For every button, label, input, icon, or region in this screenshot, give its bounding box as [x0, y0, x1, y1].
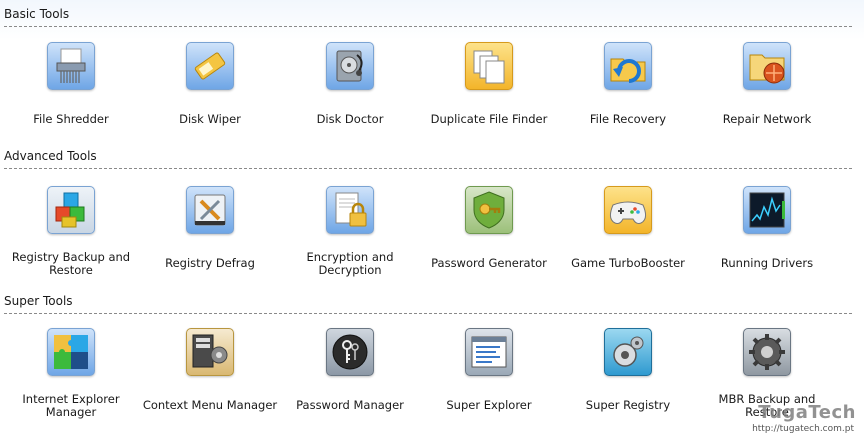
section-divider [4, 26, 852, 27]
tool-label: Encryption and Decryption [306, 250, 394, 277]
registry-backup-icon [47, 186, 95, 234]
tool-disk-doctor[interactable]: Disk Doctor [280, 42, 420, 152]
tool-label: Game TurboBooster [571, 256, 685, 270]
file-shredder-icon [47, 42, 95, 90]
tool-label: Disk Doctor [316, 112, 384, 126]
tool-label: Disk Wiper [179, 112, 241, 126]
repair-network-icon [743, 42, 791, 90]
tool-duplicate-file-finder[interactable]: Duplicate File Finder [419, 42, 559, 152]
running-drivers-icon [743, 186, 791, 234]
section-divider [4, 168, 852, 169]
watermark: TugaTech http://tugatech.com.pt [740, 397, 860, 437]
duplicate-file-finder-icon [465, 42, 513, 90]
tool-password-generator[interactable]: Password Generator [419, 186, 559, 296]
section-title-basic-tools: Basic Tools [4, 7, 70, 21]
tool-registry-backup-restore[interactable]: Registry Backup and Restore [1, 186, 141, 296]
file-recovery-icon [604, 42, 652, 90]
tool-encryption-decryption[interactable]: Encryption and Decryption [280, 186, 420, 296]
puzzle-icon [47, 328, 95, 376]
tool-label: File Shredder [33, 112, 109, 126]
super-explorer-icon [465, 328, 513, 376]
gamepad-icon [604, 186, 652, 234]
tool-disk-wiper[interactable]: Disk Wiper [140, 42, 280, 152]
tool-label: Running Drivers [720, 256, 814, 270]
section-title-super-tools: Super Tools [4, 294, 73, 308]
tool-label: Repair Network [722, 112, 812, 126]
encryption-icon [326, 186, 374, 234]
tool-label: Password Generator [431, 256, 547, 270]
tool-file-shredder[interactable]: File Shredder [1, 42, 141, 152]
super-registry-icon [604, 328, 652, 376]
password-generator-icon [465, 186, 513, 234]
tool-registry-defrag[interactable]: Registry Defrag [140, 186, 280, 296]
tool-label: Registry Defrag [165, 256, 255, 270]
tool-label: Internet Explorer Manager [22, 392, 120, 419]
tool-label: Password Manager [296, 398, 404, 412]
tool-context-menu-manager[interactable]: Context Menu Manager [140, 328, 280, 438]
tool-row-basic: File Shredder Disk Wiper Disk Doctor Dup… [0, 42, 840, 162]
context-menu-icon [186, 328, 234, 376]
section-title-advanced-tools: Advanced Tools [4, 149, 97, 163]
watermark-logo: TugaTech [758, 402, 856, 423]
tool-super-registry[interactable]: Super Registry [558, 328, 698, 438]
tool-row-advanced: Registry Backup and Restore Registry Def… [0, 186, 840, 306]
tool-super-explorer[interactable]: Super Explorer [419, 328, 559, 438]
watermark-url: http://tugatech.com.pt [752, 424, 854, 434]
registry-defrag-icon [186, 186, 234, 234]
tool-running-drivers[interactable]: Running Drivers [697, 186, 837, 296]
tool-label: Duplicate File Finder [430, 112, 548, 126]
tool-label: File Recovery [589, 112, 667, 126]
tool-label: Context Menu Manager [142, 398, 278, 412]
tool-game-turbobooster[interactable]: Game TurboBooster [558, 186, 698, 296]
mbr-gear-icon [743, 328, 791, 376]
disk-doctor-icon [326, 42, 374, 90]
tool-password-manager[interactable]: Password Manager [280, 328, 420, 438]
tool-file-recovery[interactable]: File Recovery [558, 42, 698, 152]
section-divider [4, 313, 852, 314]
tool-repair-network[interactable]: Repair Network [697, 42, 837, 152]
tool-label: Super Explorer [446, 398, 532, 412]
keys-icon [326, 328, 374, 376]
tool-row-super: Internet Explorer Manager Context Menu M… [0, 328, 840, 439]
tool-label: Super Registry [585, 398, 671, 412]
disk-wiper-icon [186, 42, 234, 90]
tool-label: Registry Backup and Restore [11, 250, 131, 277]
tool-internet-explorer-manager[interactable]: Internet Explorer Manager [1, 328, 141, 438]
